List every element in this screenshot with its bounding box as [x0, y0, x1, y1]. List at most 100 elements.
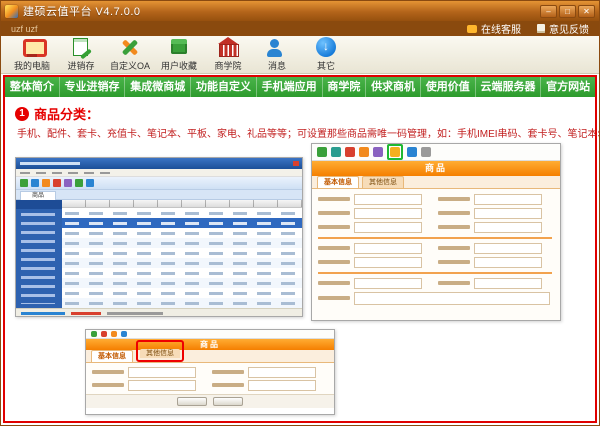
- form-button-row: [86, 394, 334, 408]
- note-icon: [537, 24, 545, 33]
- close-button[interactable]: ✕: [578, 4, 595, 18]
- mini-icon: [91, 331, 97, 337]
- school-building-icon: [217, 37, 239, 57]
- mini-icon: [421, 147, 431, 157]
- toolbar-item-messages[interactable]: 消息: [254, 37, 300, 72]
- green-highlight-annotation: [387, 144, 403, 160]
- form-tabs: 基本信息 其他信息: [86, 340, 334, 363]
- mini-icon: [75, 179, 83, 187]
- form-field: [316, 276, 436, 290]
- mini-icon: [121, 331, 127, 337]
- grid-row: [62, 298, 302, 308]
- computer-icon: [21, 37, 47, 57]
- mini-titlebar: [16, 158, 302, 169]
- form-field: [316, 206, 436, 220]
- mini-status-bar: [16, 308, 302, 316]
- app-window: 建硕云值平台 V4.7.0.0 – □ ✕ uzf uzf 在线客服 意见反馈 …: [0, 0, 600, 426]
- nav-item-opportunities[interactable]: 供求商机: [366, 77, 421, 97]
- package-box-icon: [168, 37, 190, 57]
- mini-cancel-button: [213, 397, 243, 406]
- mini-tabstrip: 商品: [16, 190, 302, 200]
- toolbar-item-business-school[interactable]: 商学院: [205, 37, 251, 72]
- toolbar-item-other[interactable]: ↓ 其它: [303, 37, 349, 72]
- tab-other-info: 其他信息: [140, 349, 180, 358]
- mini-icon: [111, 331, 117, 337]
- mini-tab-product: 商品: [20, 191, 56, 200]
- mini-icon: [101, 331, 107, 337]
- nav-item-micro-mall[interactable]: 集成微商城: [125, 77, 192, 97]
- form-body: [312, 189, 560, 320]
- form-field: [210, 365, 330, 378]
- window-controls: – □ ✕: [540, 4, 595, 18]
- nav-item-inventory[interactable]: 专业进销存: [60, 77, 126, 97]
- nav-item-value[interactable]: 使用价值: [421, 77, 476, 97]
- mini-icon: [42, 179, 50, 187]
- screenshot-product-form-2: 商品 基本信息 其他信息: [85, 329, 335, 415]
- mini-icon: [359, 147, 369, 157]
- grid-row: [62, 228, 302, 238]
- grid-row: [62, 268, 302, 278]
- tab-basic-info: 基本信息: [317, 176, 359, 188]
- mini-icon: [20, 179, 28, 187]
- online-service-link[interactable]: 在线客服: [467, 21, 521, 36]
- tab-basic-info: 基本信息: [91, 350, 133, 362]
- down-arrow-circle-icon: ↓: [316, 37, 336, 57]
- red-highlight-annotation: 其他信息: [136, 340, 184, 362]
- mini-nav-tree: [16, 200, 62, 308]
- toolbar-item-inventory[interactable]: 进销存: [58, 37, 104, 72]
- grid-row: [62, 208, 302, 218]
- form-body: [86, 363, 334, 394]
- account-text: uzf uzf: [11, 23, 38, 34]
- section-heading: 1 商品分类：: [15, 104, 99, 123]
- toolbar-item-favorites[interactable]: 用户收藏: [156, 37, 202, 72]
- mini-icon: [86, 179, 94, 187]
- app-logo-icon: [5, 4, 18, 18]
- nav-item-school[interactable]: 商学院: [323, 77, 367, 97]
- toolbar-item-my-computer[interactable]: 我的电脑: [9, 37, 55, 72]
- nav-item-overview[interactable]: 整体简介: [5, 77, 60, 97]
- form-field: [316, 192, 436, 206]
- minimize-button[interactable]: –: [540, 4, 557, 18]
- maximize-button[interactable]: □: [559, 4, 576, 18]
- form-field: [316, 220, 436, 234]
- mini-icon: [53, 179, 61, 187]
- grid-row: [62, 248, 302, 258]
- form-field: [436, 241, 556, 255]
- mini-data-grid: [62, 200, 302, 308]
- form-wide-field: [316, 290, 556, 306]
- nav-item-mobile-app[interactable]: 手机端应用: [257, 77, 323, 97]
- nav-item-customization[interactable]: 功能自定义: [191, 77, 257, 97]
- grid-row: [62, 278, 302, 288]
- grid-row: [62, 288, 302, 298]
- mini-icon: [64, 179, 72, 187]
- nav-item-cloud-server[interactable]: 云端服务器: [476, 77, 542, 97]
- mini-icon: [373, 147, 383, 157]
- toolbar-item-custom-oa[interactable]: 自定义OA: [107, 37, 153, 72]
- title-bar: 建硕云值平台 V4.7.0.0 – □ ✕: [1, 1, 599, 21]
- feedback-link[interactable]: 意见反馈: [537, 21, 589, 36]
- mini-icon: [345, 147, 355, 157]
- green-nav-bar: 整体简介 专业进销存 集成微商城 功能自定义 手机端应用 商学院 供求商机 使用…: [5, 77, 595, 97]
- form-field: [316, 241, 436, 255]
- form-field: [436, 276, 556, 290]
- section-description: 手机、配件、套卡、充值卡、笔记本、平板、家电、礼品等等；可设置那些商品需唯一码管…: [17, 129, 600, 140]
- crossed-tools-icon: [119, 37, 141, 57]
- number-badge: 1: [15, 106, 29, 121]
- mini-icon: [407, 147, 417, 157]
- form-banner: 商品: [86, 339, 334, 350]
- mini-form-toolbar: [312, 144, 560, 161]
- nav-item-official-site[interactable]: 官方网站: [541, 77, 595, 97]
- message-person-icon: [266, 37, 288, 57]
- window-title: 建硕云值平台 V4.7.0.0: [23, 6, 141, 18]
- form-field: [316, 255, 436, 269]
- form-field: [436, 192, 556, 206]
- screenshot-product-form: 商品 基本信息 其他信息: [311, 143, 561, 321]
- mini-icon: [317, 147, 327, 157]
- mini-toolbar: [16, 177, 302, 190]
- form-banner: 商品: [312, 161, 560, 176]
- form-tabs: 基本信息 其他信息: [312, 176, 560, 189]
- form-field: [436, 255, 556, 269]
- mini-form-toolbar: [86, 330, 334, 339]
- mini-grid-header: [62, 200, 302, 208]
- grid-row: [62, 238, 302, 248]
